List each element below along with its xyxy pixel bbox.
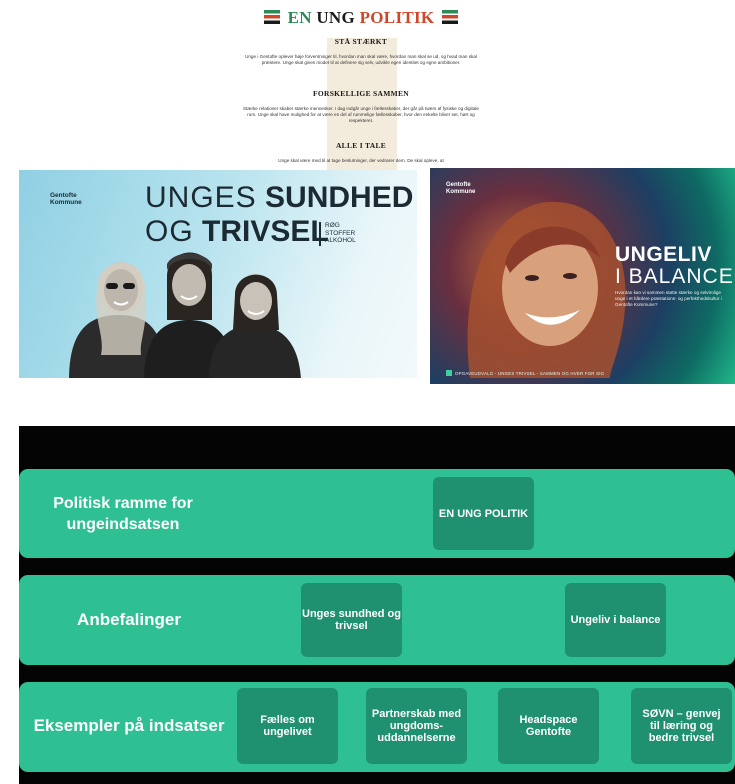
section-text: Stærke relationer skaber stærke menneske… bbox=[243, 106, 479, 123]
photo-smiling-girl bbox=[467, 201, 626, 378]
logo-line: Kommune bbox=[446, 189, 476, 195]
row-label: Anbefalinger bbox=[77, 610, 181, 629]
section-text: Unge i Gentofte oplever høje forventning… bbox=[245, 54, 477, 65]
municipality-logo: Gentofte Kommune bbox=[50, 192, 82, 206]
box-headspace-gentofte[interactable]: Headspace Gentofte bbox=[498, 688, 599, 764]
subtitle-line: RØG bbox=[325, 222, 340, 229]
section-text: Unge skal være med til at tage beslutnin… bbox=[278, 158, 444, 163]
title-word: SUNDHED bbox=[265, 181, 414, 214]
row-label: Politisk ramme for ungeindsatsen bbox=[53, 495, 193, 533]
brochure-footer: OPGAVEUDVALG - UNGES TRIVSEL - SAMMEN OG… bbox=[446, 370, 604, 376]
brochure-title-line-2: I BALANCE bbox=[615, 265, 734, 288]
title-word: UNGES bbox=[145, 181, 257, 214]
municipality-logo: Gentofte Kommune bbox=[446, 182, 475, 196]
box-soevn-genvej[interactable]: SØVN – genvej til læring og bedre trivse… bbox=[631, 688, 732, 764]
person-illustration bbox=[209, 274, 301, 378]
diagram-row-anbefalinger: Anbefalinger Unges sundhed og trivsel Un… bbox=[19, 575, 735, 665]
box-ungeliv-i-balance[interactable]: Ungeliv i balance bbox=[565, 583, 666, 657]
box-partnerskab-ungdomsuddannelser[interactable]: Partnerskab med ungdoms-uddannelserne bbox=[366, 688, 467, 764]
section-heading: FORSKELLIGE SAMMEN bbox=[312, 89, 410, 98]
document-title-word: UNG bbox=[316, 8, 356, 27]
section-heading: ALLE I TALE bbox=[335, 141, 387, 150]
brochure-subtitle: RØG STOFFER ALKOHOL bbox=[325, 222, 356, 245]
flag-icon bbox=[442, 10, 458, 24]
section-heading: STÅ STÆRKT bbox=[334, 37, 388, 46]
brochure-unges-sundhed: Gentofte Kommune UNGES SUNDHED OG TRIVSE… bbox=[19, 170, 417, 378]
brochure-ungeliv-i-balance: Gentofte Kommune UNGELIV I BALANCE Hvord… bbox=[430, 168, 735, 384]
subtitle-line: ALKOHOL bbox=[325, 237, 356, 244]
committee-icon bbox=[446, 370, 452, 376]
document-title-word: POLITIK bbox=[359, 8, 435, 27]
flag-icon bbox=[264, 10, 280, 24]
logo-line: Gentofte bbox=[446, 182, 471, 188]
photo-three-girls bbox=[69, 252, 301, 378]
document-title: EN UNG POLITIK bbox=[232, 8, 490, 28]
document-title-word: EN bbox=[287, 8, 312, 27]
diagram-row-eksempler: Eksempler på indsatser Fælles om ungeliv… bbox=[19, 682, 735, 772]
brochure-title-line-1: UNGELIV bbox=[615, 243, 712, 266]
diagram-row-politisk-ramme: Politisk ramme for ungeindsatsen EN UNG … bbox=[19, 469, 735, 558]
brochure-subtitle: Hvordan kan vi sammen støtte stærke og s… bbox=[615, 290, 722, 307]
logo-line: Kommune bbox=[50, 199, 82, 206]
box-en-ung-politik[interactable]: EN UNG POLITIK bbox=[433, 477, 534, 550]
subtitle-line: STOFFER bbox=[325, 229, 356, 237]
title-divider bbox=[319, 222, 321, 246]
box-faelles-om-ungelivet[interactable]: Fælles om ungelivet bbox=[237, 688, 338, 764]
initiative-diagram: Politisk ramme for ungeindsatsen EN UNG … bbox=[19, 426, 735, 784]
logo-line: Gentofte bbox=[50, 192, 77, 199]
row-label: Eksempler på indsatser bbox=[33, 716, 225, 735]
footer-text: OPGAVEUDVALG - UNGES TRIVSEL - SAMMEN OG… bbox=[455, 371, 605, 376]
box-unges-sundhed-og-trivsel[interactable]: Unges sundhed og trivsel bbox=[301, 583, 402, 657]
brochure-title-line-1: UNGES SUNDHED bbox=[145, 182, 413, 214]
